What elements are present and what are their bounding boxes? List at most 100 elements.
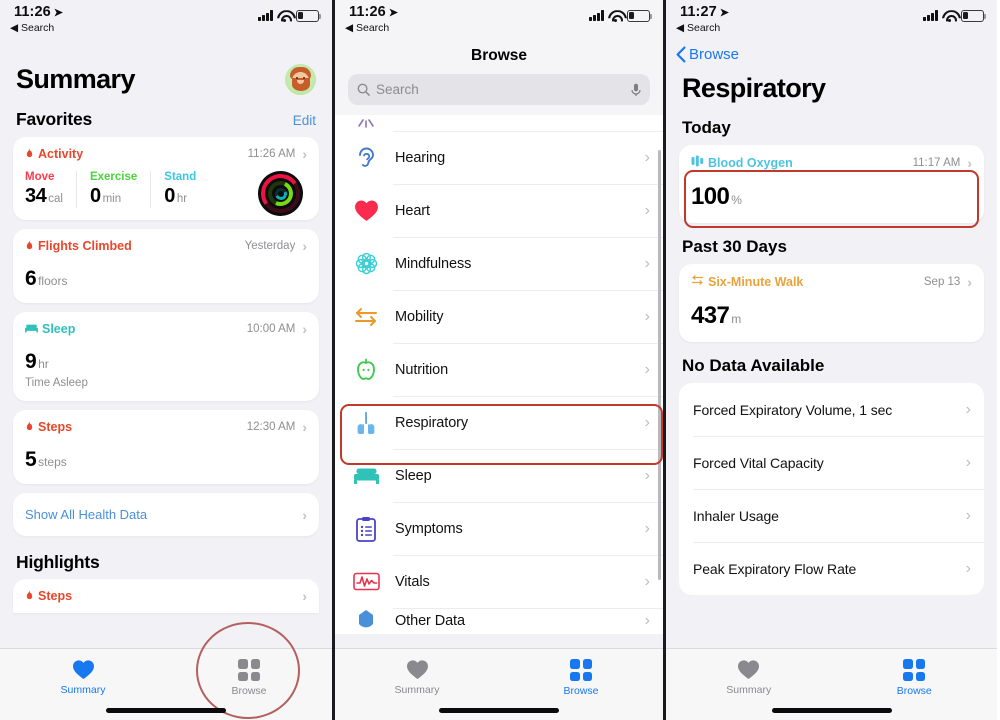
apple-icon — [351, 357, 381, 382]
search-placeholder: Search — [376, 82, 419, 97]
flame-icon — [25, 590, 34, 602]
back-button-browse[interactable]: Browse — [666, 42, 997, 63]
list-item-label: Sleep — [395, 467, 432, 484]
panel-browse: 11:26 ➤ ◀ Search Browse Search Hearing ›… — [332, 0, 666, 720]
activity-rings-icon — [258, 171, 303, 216]
list-item-label: Nutrition — [395, 361, 449, 378]
tab-summary[interactable]: Summary — [335, 659, 499, 696]
nodata-item-label: Inhaler Usage — [693, 507, 779, 524]
search-icon — [357, 83, 370, 96]
list-item-nutrition[interactable]: Nutrition › — [335, 343, 663, 396]
today-header: Today — [682, 118, 731, 137]
show-all-health-data-button[interactable]: Show All Health Data › — [13, 493, 319, 536]
today-card-blood-oxygen[interactable]: Blood Oxygen 11:17 AM › 100% — [679, 145, 984, 223]
status-bar-respiratory: 11:27 ➤ ◀ Search — [666, 0, 997, 42]
list-item-hearing[interactable]: Hearing › — [335, 131, 663, 184]
chevron-right-icon: › — [644, 201, 650, 219]
chevron-right-icon: › — [644, 307, 650, 325]
status-back-to-search[interactable]: ◀ Search — [345, 22, 389, 34]
list-item-mindfulness[interactable]: Mindfulness › — [335, 237, 663, 290]
no-data-available-header: No Data Available — [682, 356, 825, 375]
chevron-right-icon: › — [302, 419, 307, 435]
other-data-icon — [351, 609, 381, 633]
status-back-to-search[interactable]: ◀ Search — [676, 22, 720, 34]
list-item-respiratory[interactable]: Respiratory › — [335, 396, 663, 449]
ear-icon — [351, 145, 381, 170]
three-panel-screenshot: 11:26➤ ◀ Search Summary Favorites Edit — [0, 0, 1000, 720]
list-item-label: Respiratory — [395, 414, 469, 431]
blood-oxygen-time: 11:17 AM — [912, 156, 961, 169]
status-back-to-search[interactable]: ◀ Search — [10, 22, 54, 34]
chevron-right-icon: › — [965, 453, 971, 471]
list-item-vitals[interactable]: Vitals › — [335, 555, 663, 608]
nodata-item-inhaler-usage[interactable]: Inhaler Usage › — [679, 489, 984, 542]
chevron-right-icon: › — [302, 238, 307, 254]
chevron-right-icon: › — [644, 413, 650, 431]
battery-icon — [961, 10, 986, 22]
wifi-icon — [277, 10, 292, 23]
grid-icon — [570, 659, 592, 681]
microphone-icon[interactable] — [631, 83, 641, 97]
favorite-card-steps[interactable]: Steps 12:30 AM › 5 steps — [13, 410, 319, 484]
tab-summary-label: Summary — [726, 684, 772, 696]
chevron-right-icon: › — [644, 572, 650, 590]
home-indicator — [106, 708, 226, 713]
chevron-right-icon: › — [965, 400, 971, 418]
chevron-right-icon: › — [644, 360, 650, 378]
activity-metric-stand: Stand 0 hr — [164, 171, 197, 207]
edit-favorites-button[interactable]: Edit — [293, 113, 316, 128]
clipboard-icon — [351, 516, 381, 542]
heart-icon — [351, 199, 381, 222]
list-item-partial[interactable] — [335, 115, 663, 131]
nodata-item-peak-flow[interactable]: Peak Expiratory Flow Rate › — [679, 542, 984, 595]
list-item-other-data[interactable]: Other Data › — [335, 608, 663, 634]
nav-title-browse: Browse — [471, 47, 527, 64]
blood-oxygen-title: Blood Oxygen — [691, 155, 793, 170]
list-item-mobility[interactable]: Mobility › — [335, 290, 663, 343]
list-item-sleep[interactable]: Sleep › — [335, 449, 663, 502]
sleep-sublabel: Time Asleep — [25, 377, 88, 389]
vertical-scrollbar[interactable] — [658, 150, 661, 580]
tab-browse[interactable]: Browse — [166, 659, 332, 697]
highlight-card-steps[interactable]: Steps › — [13, 579, 319, 613]
chevron-right-icon: › — [302, 321, 307, 337]
flights-card-time: Yesterday — [244, 240, 296, 252]
tab-browse[interactable]: Browse — [832, 659, 998, 697]
activity-card-time: 11:26 AM — [247, 148, 296, 160]
favorite-card-flights-climbed[interactable]: Flights Climbed Yesterday › 6 floors — [13, 229, 319, 303]
activity-metric-move: Move 34 cal — [25, 171, 77, 208]
flights-value: 6 floors — [25, 267, 68, 290]
tab-summary[interactable]: Summary — [666, 659, 832, 696]
location-arrow-icon: ➤ — [719, 7, 730, 19]
nodata-item-fev1[interactable]: Forced Expiratory Volume, 1 sec › — [679, 383, 984, 436]
avatar[interactable] — [285, 64, 316, 95]
mobility-icon — [351, 306, 381, 328]
search-container: Search — [335, 65, 663, 115]
highlight-steps-title: Steps — [25, 589, 72, 603]
heart-icon — [738, 660, 760, 680]
tab-browse-label: Browse — [563, 685, 599, 697]
favorite-card-sleep[interactable]: Sleep 10:00 AM › 9 hr Time Asleep — [13, 312, 319, 401]
list-item-label: Vitals — [395, 573, 430, 590]
list-item-symptoms[interactable]: Symptoms › — [335, 502, 663, 555]
activity-metric-exercise: Exercise 0 min — [90, 171, 152, 208]
favorite-card-activity[interactable]: Activity 11:26 AM › Move 34 cal Exercise … — [13, 137, 319, 220]
sleep-card-title: Sleep — [25, 322, 75, 336]
nodata-item-label: Peak Expiratory Flow Rate — [693, 560, 857, 577]
page-title: Respiratory — [682, 73, 826, 103]
chevron-right-icon: › — [644, 519, 650, 537]
tab-browse[interactable]: Browse — [499, 659, 663, 697]
chevron-right-icon: › — [302, 588, 307, 604]
search-input[interactable]: Search — [348, 74, 650, 105]
list-item-label: Hearing — [395, 149, 446, 166]
grid-icon — [903, 659, 926, 681]
flame-icon — [25, 148, 34, 160]
chevron-right-icon: › — [967, 273, 972, 290]
past30-card-six-minute-walk[interactable]: Six-Minute Walk Sep 13 › 437 m — [679, 264, 984, 342]
list-item-heart[interactable]: Heart › — [335, 184, 663, 237]
list-item-label: Mobility — [395, 308, 444, 325]
past-30-days-header: Past 30 Days — [682, 237, 787, 256]
tab-summary[interactable]: Summary — [0, 659, 166, 696]
panel-summary: 11:26➤ ◀ Search Summary Favorites Edit — [0, 0, 332, 720]
nodata-item-fvc[interactable]: Forced Vital Capacity › — [679, 436, 984, 489]
